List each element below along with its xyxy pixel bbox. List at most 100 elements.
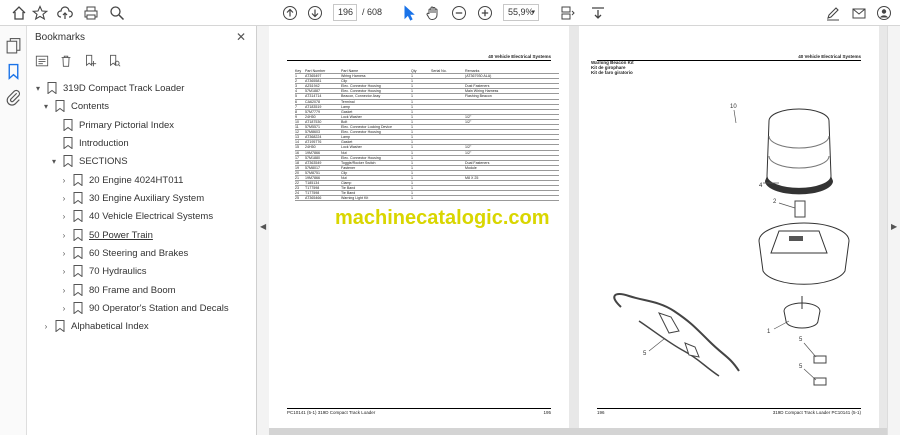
print-icon[interactable] [82,4,100,22]
select-cursor-icon[interactable] [400,4,418,22]
horizontal-scrollbar[interactable] [269,428,887,435]
chevron-right-icon[interactable]: › [59,176,69,185]
table-cell [431,100,465,104]
attachments-panel-icon[interactable] [5,89,22,106]
bookmark-label: 30 Engine Auxiliary System [89,192,205,204]
bookmark-icon [73,247,83,259]
account-icon[interactable] [875,4,893,22]
bookmark-icon [73,265,83,277]
bookmark-introduction[interactable]: Introduction [59,135,129,151]
bookmark-section-20[interactable]: › 20 Engine 4024HT011 [59,172,183,188]
close-icon[interactable]: ✕ [236,30,246,44]
new-bookmark-icon[interactable] [83,54,97,68]
table-cell: 12 [295,130,299,135]
sign-pen-icon[interactable] [824,4,842,22]
table-cell [465,191,559,195]
bookmark-section-50[interactable]: › 50 Power Train [59,227,153,243]
table-cell [465,186,559,190]
table-cell: Fastener [341,165,356,170]
bookmark-star-icon[interactable] [31,4,49,22]
table-cell [431,156,465,160]
collapse-left-icon[interactable]: ◀ [260,222,266,231]
bookmark-section-40[interactable]: › 40 Vehicle Electrical Systems [59,208,213,224]
table-cell: Bolt [341,119,348,124]
table-cell: 22 [295,181,299,186]
vertical-scrollbar[interactable]: ▶ [887,26,900,435]
table-cell: 57M7779 [305,109,320,114]
table-cell: Warning Light Kit [341,196,369,201]
table-cell: Nut [341,150,347,155]
chevron-down-icon[interactable]: ▾ [33,84,43,93]
find-bookmark-icon[interactable] [107,54,121,68]
callout-2: 2 [773,199,777,205]
bookmarks-toolbar [35,54,121,70]
chevron-right-icon[interactable]: › [59,249,69,258]
bookmark-section-70[interactable]: › 70 Hydraulics [59,263,147,279]
collapse-right-icon[interactable]: ▶ [891,222,897,231]
chevron-right-icon[interactable]: › [59,304,69,313]
bookmark-section-90[interactable]: › 90 Operator's Station and Decals [59,300,229,316]
bookmark-section-60[interactable]: › 60 Steering and Brakes [59,245,188,261]
bookmark-section-80[interactable]: › 80 Frame and Boom [59,282,176,298]
page-up-icon[interactable] [281,4,299,22]
page-number-input[interactable]: 196 [333,4,357,21]
table-cell: Nut [341,175,347,180]
table-cell [465,125,559,129]
bookmark-primary-pictorial-index[interactable]: Primary Pictorial Index [59,117,174,133]
table-cell: 1/2" [465,114,472,119]
search-icon[interactable] [108,4,126,22]
callout-4: 4 [759,183,763,189]
delete-bookmark-icon[interactable] [59,54,73,68]
zoom-out-icon[interactable] [450,4,468,22]
bookmarks-panel-icon[interactable] [5,63,22,80]
table-cell: 1 [411,94,413,99]
table-cell: Tie Band [341,186,356,191]
share-mail-icon[interactable] [850,4,868,22]
chevron-right-icon[interactable]: › [59,231,69,240]
bookmark-contents[interactable]: ▾ Contents [41,98,109,114]
zoom-level-field[interactable]: 55,9% ▾ [503,4,539,21]
table-cell: Elec. Connector Housing [341,89,381,94]
table-cell: 19M7866 [305,150,320,155]
chevron-right-icon[interactable]: › [59,286,69,295]
options-menu-icon[interactable] [35,54,49,68]
document-viewer[interactable]: 40 Vehicle Electrical Systems Key Part Nu… [269,26,887,435]
home-icon[interactable] [10,4,28,22]
chevron-right-icon[interactable]: › [41,322,51,331]
table-cell: 25 [295,196,299,201]
table-cell [465,196,559,200]
table-cell: Clip [341,170,348,175]
chevron-down-icon[interactable]: ▾ [49,157,59,166]
bookmark-alphabetical-index[interactable]: › Alphabetical Index [41,318,149,334]
table-cell: 18 [295,160,299,165]
table-cell: 8 [295,109,297,114]
hand-tool-icon[interactable] [424,4,442,22]
bookmark-root[interactable]: ▾ 319D Compact Track Loader [33,80,184,96]
page-down-icon[interactable] [306,4,324,22]
bookmark-icon [63,137,73,149]
pages-panel-icon[interactable] [5,37,22,54]
table-cell: 1 [411,79,413,84]
scroll-mode-icon[interactable] [589,4,607,22]
bookmark-icon [63,155,73,167]
table-cell [465,156,559,160]
cloud-upload-icon[interactable] [56,4,74,22]
bookmark-label: Primary Pictorial Index [79,119,175,131]
page-footer: 196 319D Compact Track Loader PC10141 (5-… [597,408,861,415]
bookmark-sections[interactable]: ▾ SECTIONS [49,153,128,169]
zoom-in-icon[interactable] [476,4,494,22]
table-cell [431,186,465,190]
chevron-right-icon[interactable]: › [59,194,69,203]
bookmark-section-30[interactable]: › 30 Engine Auxiliary System [59,190,204,206]
page-196: 40 Vehicle Electrical Systems Warning Be… [579,26,879,428]
table-cell: 57M1880 [305,155,320,160]
table-cell: 1 [411,196,413,201]
page-layout-icon[interactable] [558,4,576,22]
chevron-right-icon[interactable]: › [59,267,69,276]
chevron-down-icon[interactable]: ▾ [41,102,51,111]
chevron-right-icon[interactable]: › [59,212,69,221]
table-cell: Wiring Harness [341,74,366,79]
panel-splitter[interactable]: ◀ [257,26,269,435]
left-navigation-rail [0,26,27,435]
table-cell: AT365466 [305,196,322,201]
